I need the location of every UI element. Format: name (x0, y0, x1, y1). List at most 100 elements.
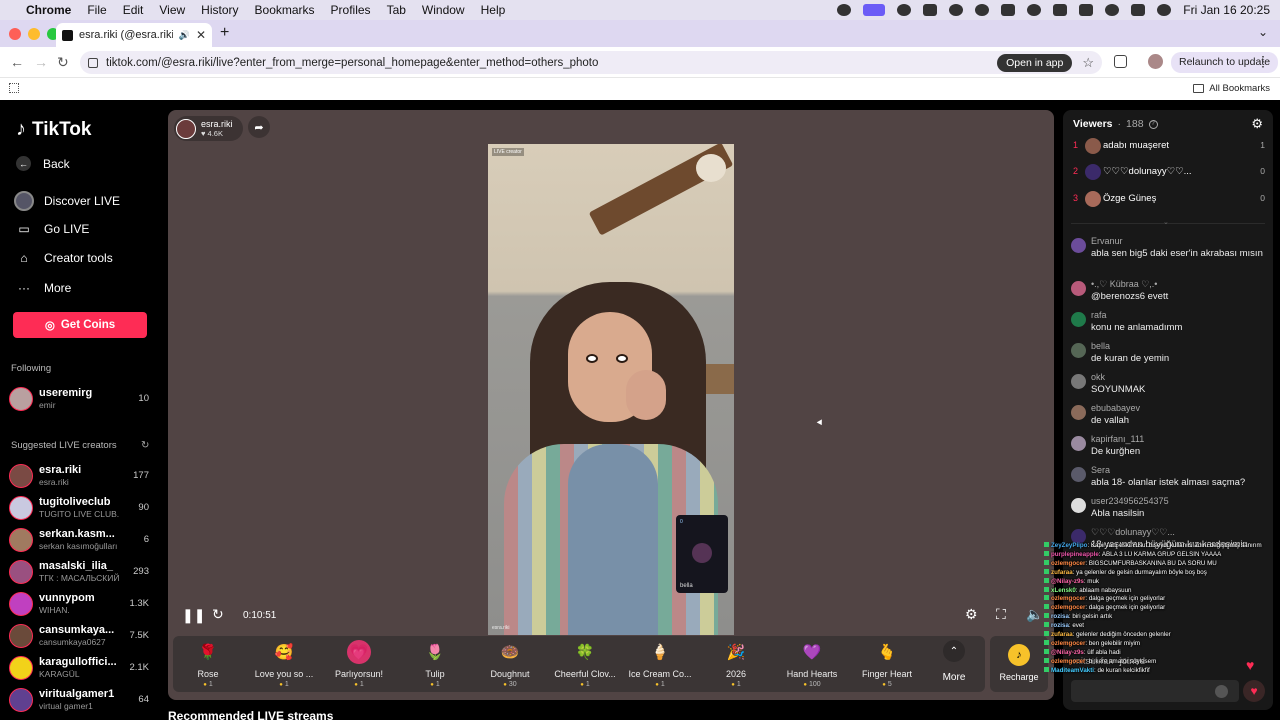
gift-item[interactable]: 🍀 Cheerful Clov... 1 (547, 640, 623, 688)
comment-user[interactable]: okk (1091, 372, 1105, 382)
comment-user[interactable]: •.,♡ Kübraa ♡,.• (1091, 279, 1157, 290)
top-viewer-row[interactable]: 2 ♡♡♡dolunayy♡♡... 0 (1071, 162, 1265, 182)
avatar[interactable] (1071, 498, 1086, 513)
recharge-button[interactable]: ♪ Recharge (990, 636, 1048, 692)
status-app-icon[interactable] (923, 4, 938, 16)
expand-chevron-icon[interactable]: ⌄ (1163, 218, 1169, 226)
suggested-creator[interactable]: masalski_ilia_ ТГК : МАСАЛЬСКИЙ 293 (9, 558, 153, 586)
suggested-creator[interactable]: tugitoliveclub TUGITO LIVE CLUB... 90 (9, 494, 153, 522)
gift-item[interactable]: 🍩 Doughnut 30 (472, 640, 548, 688)
gift-item[interactable]: 🎉 2026 1 (698, 640, 774, 688)
control-center-icon[interactable] (1131, 4, 1146, 16)
comment-user[interactable]: user234956254375 (1091, 496, 1169, 506)
avatar[interactable] (1071, 312, 1086, 327)
siri-icon[interactable] (1157, 4, 1172, 16)
audio-playing-icon[interactable]: 🔊 (179, 30, 190, 41)
top-viewer-row[interactable]: 3 Özge Güneş 0 (1071, 189, 1265, 209)
suggested-creator[interactable]: esra.riki esra.riki 177 (9, 462, 153, 490)
gift-item[interactable]: 💗 Parlıyorsun! 1 (321, 640, 397, 688)
nav-go-live[interactable]: ▭ Go LIVE (16, 221, 89, 237)
menu-help[interactable]: Help (481, 3, 506, 17)
avatar[interactable] (1071, 405, 1086, 420)
menu-view[interactable]: View (159, 3, 185, 17)
gift-item[interactable]: 🫰 Finger Heart 5 (849, 640, 925, 688)
reload-icon[interactable]: ↻ (57, 54, 69, 71)
menu-file[interactable]: File (87, 3, 106, 17)
screen-record-icon[interactable] (863, 4, 886, 16)
browser-tab[interactable]: esra.riki (@esra.riki) is LIVE 🔊 ✕ (56, 23, 212, 47)
gift-item[interactable]: 🍦 Ice Cream Co... 1 (622, 640, 698, 688)
comment-user[interactable]: bella (1091, 341, 1110, 351)
pause-icon[interactable]: ❚❚ (182, 607, 205, 624)
suggested-creator[interactable]: vunnypom WIHAN. 1.3K (9, 590, 153, 618)
accessibility-icon[interactable] (1027, 4, 1042, 16)
guest-window[interactable]: 0 bella (676, 515, 728, 593)
suggested-creator[interactable]: serkan.kasm... serkan kasımoğulları 6 (9, 526, 153, 554)
open-in-app-button[interactable]: Open in app (997, 53, 1073, 72)
settings-gear-icon[interactable]: ⚙ (965, 606, 978, 623)
menu-history[interactable]: History (201, 3, 238, 17)
gift-item[interactable]: 🥰 Love you so ... 1 (246, 640, 322, 688)
bookmark-star-icon[interactable]: ☆ (1082, 55, 1094, 71)
avatar[interactable] (1071, 467, 1086, 482)
status-app-icon[interactable] (837, 4, 852, 16)
nav-back[interactable]: ← Back (16, 156, 70, 171)
browser-menu-icon[interactable]: ⋮ (1256, 53, 1270, 70)
battery-icon[interactable] (1079, 4, 1094, 16)
avatar[interactable] (1071, 436, 1086, 451)
avatar[interactable] (1071, 281, 1086, 296)
comment-user[interactable]: Sera (1091, 465, 1110, 475)
gift-item[interactable]: 💜 Hand Hearts 100 (774, 640, 850, 688)
apps-grid-icon[interactable] (9, 83, 19, 93)
comment-user[interactable]: Ervanur (1091, 236, 1123, 246)
status-app-icon[interactable] (949, 4, 964, 16)
comment-user[interactable]: rafa (1091, 310, 1107, 320)
fullscreen-icon[interactable]: ⛶ (996, 606, 1006, 623)
info-icon[interactable]: ? (1148, 119, 1158, 129)
menu-tab[interactable]: Tab (387, 3, 406, 17)
menu-app-name[interactable]: Chrome (26, 3, 71, 17)
nav-creator-tools[interactable]: ⌂ Creator tools (16, 250, 112, 266)
suggested-creator[interactable]: karagulloffici... KARAGÜL 2.1K (9, 654, 153, 682)
status-app-icon[interactable] (975, 4, 990, 16)
wifi-icon[interactable] (1053, 4, 1068, 16)
get-coins-button[interactable]: ◎ Get Coins (13, 312, 147, 338)
all-bookmarks-button[interactable]: All Bookmarks (1193, 83, 1270, 94)
host-avatar[interactable] (176, 118, 196, 139)
following-item[interactable]: useremirg emir 10 (9, 385, 153, 413)
replay-icon[interactable]: ↻ (212, 606, 224, 623)
close-tab-icon[interactable]: ✕ (196, 28, 206, 42)
host-info[interactable]: esra.riki ♥ 4.6K (174, 116, 243, 141)
address-bar[interactable]: tiktok.com/@esra.riki/live?enter_from_me… (80, 51, 1102, 74)
clock[interactable]: Fri Jan 16 20:25 (1183, 3, 1270, 17)
extensions-icon[interactable] (1114, 55, 1127, 68)
avatar[interactable] (1071, 343, 1086, 358)
comment-user[interactable]: ebubabayev (1091, 403, 1140, 413)
suggested-creator[interactable]: viritualgamer1 virtual gamer1 64 (9, 686, 153, 714)
menu-edit[interactable]: Edit (123, 3, 144, 17)
volume-icon[interactable]: 🔈 (1026, 606, 1043, 623)
avatar[interactable] (1071, 238, 1086, 253)
minimize-window-button[interactable] (28, 28, 40, 40)
refresh-icon[interactable]: ↻ (141, 440, 149, 451)
keyboard-input-icon[interactable] (1001, 4, 1016, 16)
nav-discover-live[interactable]: Discover LIVE (14, 191, 120, 211)
top-viewer-row[interactable]: 1 adabı muaşeret 1 (1071, 136, 1265, 156)
spotlight-search-icon[interactable] (1105, 4, 1120, 16)
avatar[interactable] (1071, 374, 1086, 389)
status-app-icon[interactable] (897, 4, 912, 16)
gift-item[interactable]: 🌹 Rose 1 (170, 640, 246, 688)
site-info-icon[interactable] (88, 57, 98, 68)
live-stream-player[interactable]: esra.riki ♥ 4.6K ➦ LIVE creator esra.rik… (168, 110, 1054, 700)
more-gifts-button[interactable]: ⌃ More (932, 640, 976, 683)
nav-more[interactable]: ··· More (16, 280, 71, 296)
close-window-button[interactable] (9, 28, 21, 40)
gift-item[interactable]: 🌷 Tulip 1 (397, 640, 473, 688)
chat-settings-icon[interactable]: ⚙ (1251, 116, 1263, 132)
comment-user[interactable]: kapirfanı_111 (1091, 434, 1144, 444)
menu-bookmarks[interactable]: Bookmarks (255, 3, 315, 17)
suggested-creator[interactable]: cansumkaya... cansumkaya0627 7.5K (9, 622, 153, 650)
url-text[interactable]: tiktok.com/@esra.riki/live?enter_from_me… (106, 57, 997, 69)
tiktok-logo[interactable]: ♪ TikTok (16, 118, 91, 141)
forward-icon[interactable]: → (34, 54, 48, 70)
